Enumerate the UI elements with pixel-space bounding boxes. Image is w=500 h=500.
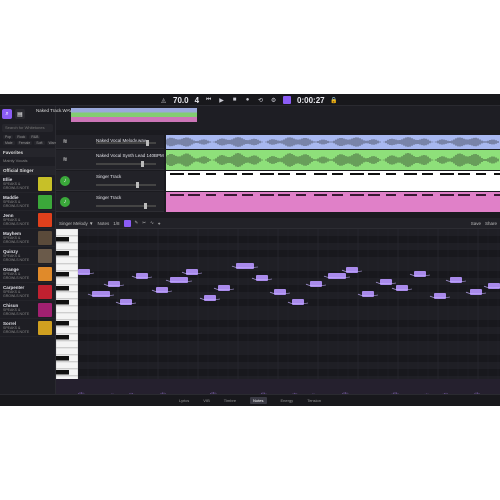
track-clip[interactable] <box>166 171 500 191</box>
volume-fader[interactable] <box>96 182 156 188</box>
share-button[interactable]: Share <box>485 221 497 226</box>
filter-chip[interactable]: Soft <box>34 141 45 145</box>
filter-chip[interactable]: R&B <box>29 135 41 139</box>
track-name: Naked Vocal Synth Lead 140BPM <box>96 153 164 158</box>
library-icon[interactable]: ▤ <box>15 109 25 119</box>
singer-avatar <box>38 302 52 317</box>
singer-subtitle: SPEAKS & GROWLS NOTE <box>3 272 30 280</box>
track-name: Singer Track <box>96 174 122 179</box>
parameter-tabs: Lyrics VIB Timbre Notes Energy Tension <box>0 394 500 406</box>
tab-timbre[interactable]: Timbre <box>224 398 236 403</box>
singer-item[interactable]: Ellie SPEAKS & GROWLS NOTE <box>0 175 55 193</box>
waveform-icon: ≋ <box>62 139 68 145</box>
tab-vib[interactable]: VIB <box>203 398 209 403</box>
track-header[interactable]: ♪ Singer Track <box>56 171 164 191</box>
singer-subtitle: SPEAKS & GROWLS NOTE <box>3 236 30 244</box>
filter-chip[interactable]: Pop <box>3 135 14 139</box>
filter-chip[interactable]: Male <box>3 141 15 145</box>
section-favorites[interactable]: Favorites <box>0 148 55 157</box>
track-clip[interactable] <box>166 135 500 149</box>
track-header[interactable]: ≋ Naked Vocal Melody.wav <box>56 135 164 149</box>
lock-icon[interactable]: 🔒 <box>330 97 337 104</box>
singer-avatar <box>38 176 52 191</box>
singer-avatar <box>38 284 52 299</box>
track-clip[interactable] <box>166 192 500 212</box>
singer-subtitle: SPEAKS & GROWLS NOTE <box>3 308 30 316</box>
stop-icon[interactable]: ■ <box>231 97 238 104</box>
waveform-icon: ≋ <box>62 157 68 163</box>
play-icon[interactable]: ▶ <box>218 97 225 104</box>
singer-item[interactable]: Quinzy SPEAKS & GROWLS NOTE <box>0 247 55 265</box>
track-header[interactable]: ♪ Singer Track <box>56 192 164 212</box>
beats-value[interactable]: 4 <box>195 96 199 105</box>
singer-subtitle: SPEAKS & GROWLS NOTE <box>3 290 30 298</box>
singer-icon: ♪ <box>60 175 70 186</box>
arrangement-view: Naked Track.WAV ≋ Naked Vocal Melody.wav ≋… <box>36 106 500 216</box>
singer-avatar <box>38 212 52 227</box>
record-icon[interactable]: ● <box>244 97 251 104</box>
tab-notes[interactable]: Notes <box>250 397 267 404</box>
singer-subtitle: SPEAKS & GROWLS NOTE <box>3 200 30 208</box>
overview-strip: Naked Track.WAV <box>36 106 500 130</box>
volume-fader[interactable] <box>96 203 156 209</box>
singer-avatar <box>38 266 52 281</box>
singer-subtitle: SPEAKS & GROWLS NOTE <box>3 254 30 262</box>
singer-subtitle: SPEAKS & GROWLS NOTE <box>3 182 30 190</box>
tab-energy[interactable]: Energy <box>281 398 294 403</box>
singer-item[interactable]: Jenn SPEAKS & GROWLS NOTE <box>0 211 55 229</box>
note-grid[interactable] <box>78 229 500 379</box>
volume-fader[interactable] <box>96 140 156 146</box>
singer-subtitle: SPEAKS & GROWLS NOTE <box>3 326 30 334</box>
singer-avatar <box>38 320 52 335</box>
tab-lyrics[interactable]: Lyrics <box>179 398 189 403</box>
overview-clip[interactable] <box>71 108 197 122</box>
singer-sidebar: ⌕ ▤ Search for Whitetones Pop Rock R&B M… <box>0 106 60 406</box>
singer-avatar <box>38 230 52 245</box>
tab-tension[interactable]: Tension <box>307 398 321 403</box>
piano-roll-editor: Singer Melody ▼ Notes 1/8 ✎ ✂ ∿ ⌖ Save S… <box>55 218 500 406</box>
singer-avatar <box>38 248 52 263</box>
time-display: 0:00:27 <box>297 95 325 105</box>
snap-toggle[interactable] <box>283 96 292 104</box>
singer-item[interactable]: Carpenter SPEAKS & GROWLS NOTE <box>0 283 55 301</box>
app-window: ◬ 70.0 4 ⏮ ▶ ■ ● ⟲ ⚙ 0:00:27 🔒 ⌕ ▤ Searc… <box>0 94 500 406</box>
singer-icon: ♪ <box>60 196 70 207</box>
transport-bar: ◬ 70.0 4 ⏮ ▶ ■ ● ⟲ ⚙ 0:00:27 🔒 <box>0 94 500 106</box>
singer-avatar <box>38 194 52 209</box>
track-selector[interactable]: Singer Melody ▼ <box>59 221 93 226</box>
favorites-item[interactable]: Mainly Vocals <box>0 157 55 164</box>
grid-value[interactable]: 1/8 <box>113 221 119 226</box>
cut-tool-icon[interactable]: ✂ <box>142 220 146 226</box>
piano-keyboard[interactable] <box>55 228 79 383</box>
curve-tool-icon[interactable]: ∿ <box>150 220 154 226</box>
pencil-tool-icon[interactable]: ✎ <box>135 220 139 226</box>
singer-item[interactable]: Sorrel SPEAKS & GROWLS NOTE <box>0 319 55 337</box>
select-tool-icon[interactable]: ⌖ <box>158 221 161 226</box>
rewind-icon[interactable]: ⏮ <box>205 97 212 104</box>
singer-item[interactable]: Maddie SPEAKS & GROWLS NOTE <box>0 193 55 211</box>
loop-icon[interactable]: ⟲ <box>257 97 264 104</box>
singer-item[interactable]: Orange SPEAKS & GROWLS NOTE <box>0 265 55 283</box>
pointer-tool-icon[interactable] <box>123 219 131 227</box>
track-name: Singer Track <box>96 195 122 200</box>
section-official[interactable]: Official Singer <box>0 166 55 175</box>
metronome-icon[interactable]: ◬ <box>160 97 167 104</box>
track-clip[interactable] <box>166 150 500 170</box>
singer-item[interactable]: Chisun SPEAKS & GROWLS NOTE <box>0 301 55 319</box>
editor-toolbar: Singer Melody ▼ Notes 1/8 ✎ ✂ ∿ ⌖ Save S… <box>56 218 500 229</box>
singer-item[interactable]: Mayhem SPEAKS & GROWLS NOTE <box>0 229 55 247</box>
filter-chip[interactable]: Female <box>16 141 33 145</box>
mode-selector[interactable]: Notes <box>97 221 109 226</box>
filter-chip[interactable]: Rock <box>15 135 28 139</box>
volume-fader[interactable] <box>96 161 156 167</box>
track-header[interactable]: ≋ Naked Vocal Synth Lead 140BPM <box>56 150 164 170</box>
search-input[interactable]: Search for Whitetones <box>2 124 53 132</box>
tempo-value[interactable]: 70.0 <box>173 96 189 105</box>
save-button[interactable]: Save <box>471 221 481 226</box>
top-clip-label: Naked Track.WAV <box>36 108 73 113</box>
settings-icon[interactable]: ⚙ <box>270 97 277 104</box>
search-icon[interactable]: ⌕ <box>2 109 12 119</box>
singer-subtitle: SPEAKS & GROWLS NOTE <box>3 218 30 226</box>
